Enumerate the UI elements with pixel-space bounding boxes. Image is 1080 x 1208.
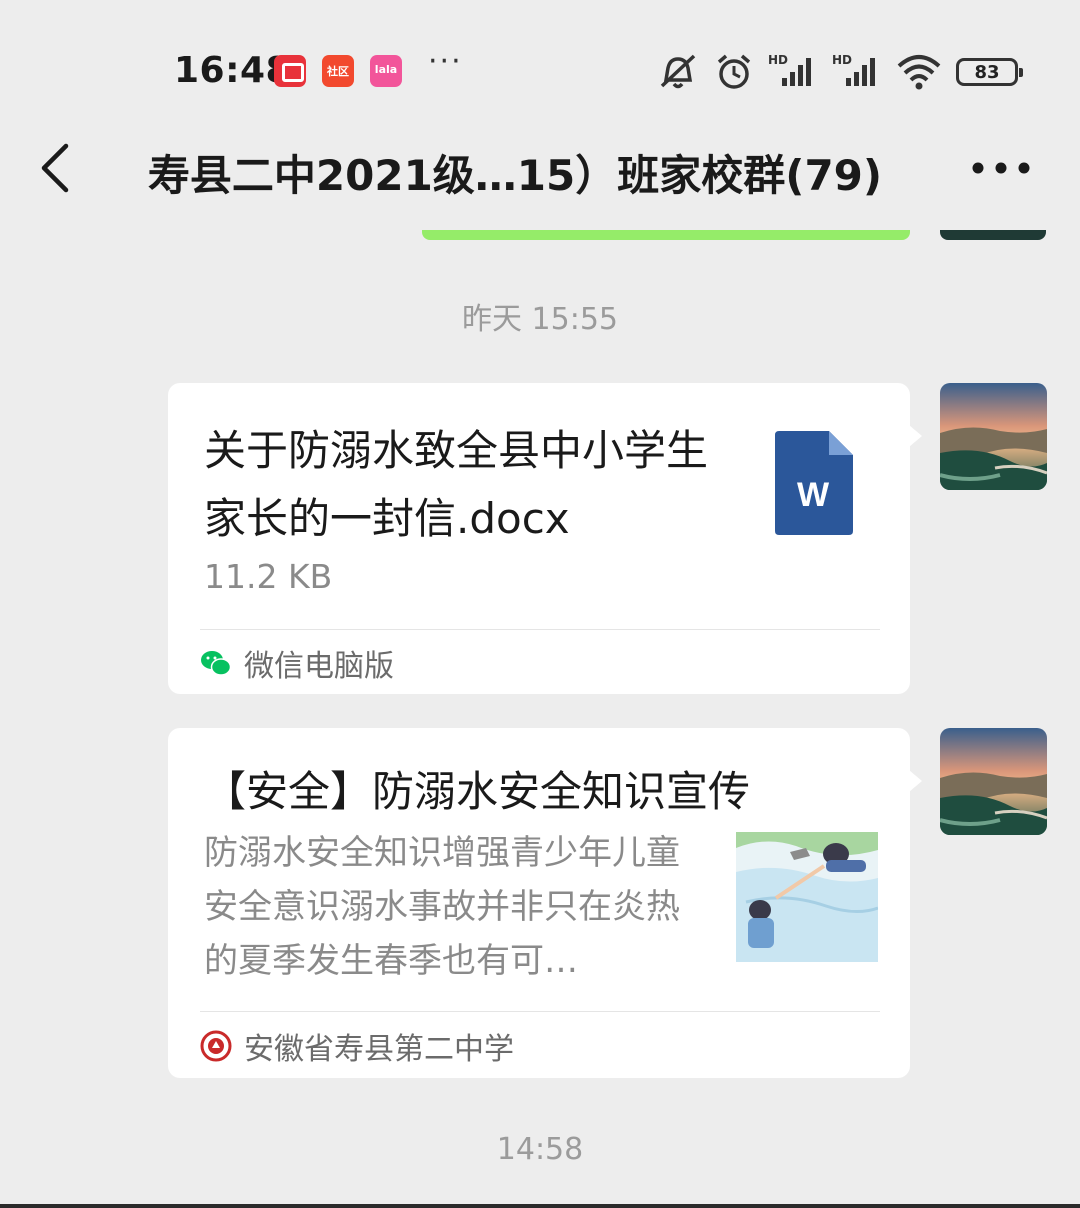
article-source: 安徽省寿县第二中学 — [200, 1024, 514, 1068]
mute-bell-icon — [660, 54, 696, 89]
word-doc-icon: W — [775, 431, 853, 535]
message-list[interactable]: 昨天 15:55 关于防溺水致全县中小学生家长的一封信.docx 11.2 KB… — [0, 230, 1080, 1208]
previous-message-bubble[interactable] — [422, 230, 910, 240]
chat-more-button[interactable] — [966, 142, 1036, 194]
file-source: 微信电脑版 — [200, 641, 394, 685]
sender-avatar[interactable] — [940, 383, 1047, 490]
status-bar: 16:48 社区 lala ··· HD HD 83 — [0, 0, 1080, 120]
message-timestamp: 昨天 15:55 — [462, 302, 618, 337]
drowning-rescue-illustration — [736, 832, 878, 962]
word-icon-letter: W — [797, 476, 830, 514]
school-logo-icon — [200, 1030, 232, 1062]
battery-level: 83 — [974, 62, 1000, 83]
wechat-group-chat-screen: 16:48 社区 lala ··· HD HD 83 寿县二中2021级…15）… — [0, 0, 1080, 1208]
lala-app-icon: lala — [370, 55, 402, 87]
network-label-2: HD — [832, 53, 852, 67]
avatar-landscape-image — [940, 383, 1047, 490]
system-icons: HD HD 83 — [656, 52, 1023, 92]
community-app-label: 社区 — [327, 65, 349, 78]
lala-app-label: lala — [374, 63, 398, 76]
avatar-landscape-image — [940, 728, 1047, 835]
battery-icon: 83 — [956, 58, 1023, 86]
article-source-label: 安徽省寿县第二中学 — [244, 1032, 514, 1067]
network-label-1: HD — [768, 53, 788, 67]
chat-title: 寿县二中2021级…15）班家校群(79) — [147, 151, 883, 200]
message-timestamp: 14:58 — [496, 1132, 584, 1167]
sender-avatar[interactable] — [940, 728, 1047, 835]
chat-header: 寿县二中2021级…15）班家校群(79) — [0, 120, 1080, 230]
article-thumbnail-image — [736, 832, 878, 962]
community-app-icon: 社区 — [322, 55, 354, 87]
more-dots-icon — [972, 162, 1030, 174]
file-size: 11.2 KB — [204, 557, 333, 596]
back-button[interactable] — [30, 138, 90, 198]
file-name: 关于防溺水致全县中小学生家长的一封信.docx — [204, 426, 709, 543]
signal-strength-icon-1: HD — [768, 53, 811, 86]
alarm-clock-icon — [717, 54, 751, 89]
file-message-card[interactable]: 关于防溺水致全县中小学生家长的一封信.docx 11.2 KB W 微信电脑版 — [168, 383, 922, 694]
previous-sender-avatar[interactable] — [940, 230, 1046, 240]
signal-strength-icon-2: HD — [832, 53, 875, 86]
chevron-left-icon — [41, 143, 69, 193]
status-more-notifications: ··· — [428, 44, 463, 79]
wifi-icon — [897, 55, 941, 90]
article-title: 【安全】防溺水安全知识宣传 — [204, 767, 751, 816]
bottom-edge — [0, 1204, 1080, 1208]
article-message-card[interactable]: 【安全】防溺水安全知识宣传 防溺水安全知识增强青少年儿童安全意识溺水事故并非只在… — [168, 728, 922, 1078]
card-divider — [200, 1011, 880, 1012]
red-bag-app-icon — [274, 55, 306, 87]
wechat-icon — [201, 651, 232, 676]
card-divider — [200, 629, 880, 630]
article-description: 防溺水安全知识增强青少年儿童安全意识溺水事故并非只在炎热的夏季发生春季也有可… — [204, 833, 680, 981]
file-source-label: 微信电脑版 — [244, 649, 394, 684]
